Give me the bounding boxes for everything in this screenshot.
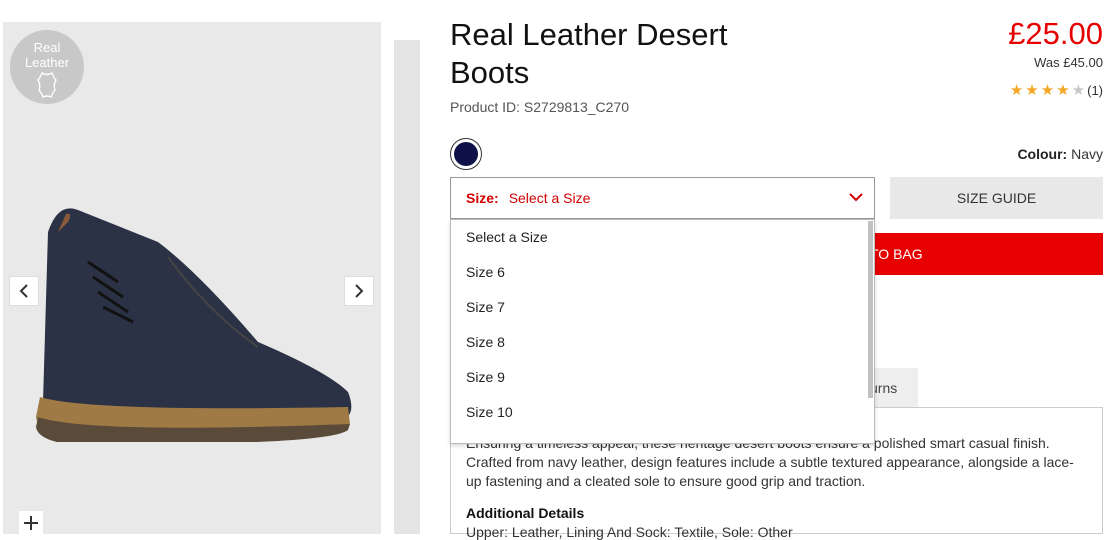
chevron-down-icon	[849, 193, 863, 202]
price: £25.00	[1008, 16, 1103, 51]
description-line: Crafted from navy leather, design featur…	[466, 454, 1074, 470]
product-title-line1: Real Leather Desert	[450, 17, 728, 52]
size-option[interactable]: Size 8	[451, 325, 874, 360]
size-option[interactable]: Size 9	[451, 360, 874, 395]
additional-details-heading: Additional Details	[466, 505, 585, 521]
additional-details-text: Upper: Leather, Lining And Sock: Textile…	[466, 524, 793, 540]
rating[interactable]: ★ ★ ★ ★ ★ (1)	[1010, 81, 1103, 99]
star-icon: ★	[1009, 82, 1024, 99]
badge-line2: Leather	[24, 55, 70, 70]
description-line: up fastening and a cleated sole to ensur…	[466, 473, 866, 489]
swatch-fill	[454, 142, 478, 166]
review-count: (1)	[1087, 82, 1103, 98]
size-option[interactable]: Size 6	[451, 255, 874, 290]
size-guide-button[interactable]: SIZE GUIDE	[890, 177, 1103, 219]
colour-value: Navy	[1071, 146, 1103, 162]
was-price: Was £45.00	[1034, 55, 1103, 70]
size-value: Select a Size	[508, 190, 591, 206]
dropdown-scrollbar[interactable]	[868, 221, 873, 398]
product-title: Real Leather Desert Boots	[450, 16, 727, 92]
size-option[interactable]: Size 7	[451, 290, 874, 325]
colour-label: Colour:	[1017, 146, 1068, 162]
star-icon: ★	[1040, 82, 1055, 99]
real-leather-badge: Real Leather	[10, 30, 84, 104]
product-id: Product ID: S2729813_C270	[450, 99, 630, 115]
gallery-prev-button[interactable]	[9, 276, 39, 306]
gallery-next-thumbnail	[394, 40, 420, 534]
badge-line1: Real	[33, 40, 61, 55]
product-image-gallery: Real Leather	[3, 22, 381, 534]
zoom-button[interactable]	[19, 511, 43, 534]
product-image-boot	[36, 208, 352, 442]
star-empty-icon: ★	[1071, 82, 1086, 99]
colour-indicator: Colour: Navy	[1017, 146, 1103, 162]
leather-hide-icon	[37, 72, 57, 98]
size-option[interactable]: Select a Size	[451, 220, 874, 255]
chevron-left-icon	[19, 284, 28, 298]
size-option[interactable]: Size 10	[451, 395, 874, 430]
star-icon: ★	[1056, 82, 1070, 99]
size-dropdown-list: Select a Size Size 6 Size 7 Size 8 Size …	[450, 219, 875, 444]
gallery-next-button[interactable]	[344, 276, 374, 306]
plus-icon	[24, 516, 38, 530]
star-icon: ★	[1025, 82, 1039, 99]
colour-swatch-navy[interactable]	[450, 138, 482, 170]
product-title-line2: Boots	[450, 55, 530, 90]
size-label: Size:	[466, 190, 499, 206]
size-select[interactable]: Size: Select a Size	[450, 177, 875, 219]
chevron-right-icon	[355, 284, 364, 298]
add-to-bag-button[interactable]: TO BAG	[860, 233, 1103, 275]
